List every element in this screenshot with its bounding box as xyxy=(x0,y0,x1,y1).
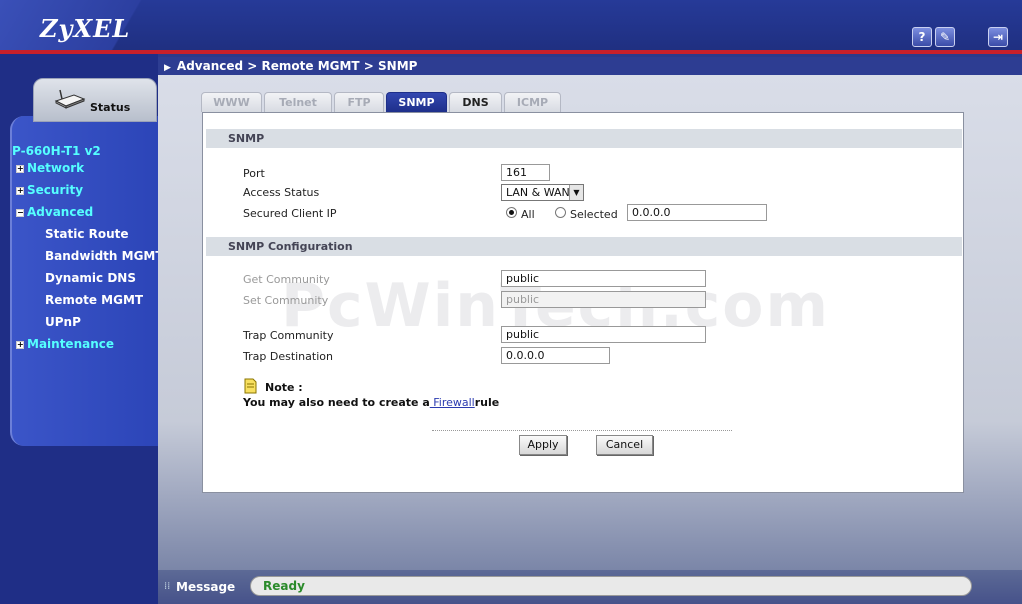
sidebar-item-label: Security xyxy=(27,183,84,197)
note-text-after: rule xyxy=(474,396,500,409)
set-community-label: Set Community xyxy=(243,294,329,307)
breadcrumb-text: Advanced > Remote MGMT > SNMP xyxy=(176,59,418,73)
snmp-config-section-header: SNMP Configuration xyxy=(206,237,962,256)
radio-selected[interactable] xyxy=(555,207,566,218)
expand-icon: + xyxy=(16,340,24,349)
tab-dns[interactable]: DNS xyxy=(449,92,502,112)
help-icon[interactable]: ? xyxy=(912,27,932,47)
status-tab[interactable]: Status xyxy=(33,78,157,122)
status-bar: ⁞⁞ Message Ready xyxy=(158,570,1022,604)
sidebar-subitem-upnp[interactable]: UPnP xyxy=(45,315,81,329)
sidebar-item-label: Network xyxy=(27,161,85,175)
wizard-icon[interactable]: ✎ xyxy=(935,27,955,47)
tab-icmp[interactable]: ICMP xyxy=(504,92,561,112)
tab-www[interactable]: WWW xyxy=(201,92,262,112)
radio-all[interactable] xyxy=(506,207,517,218)
access-status-label: Access Status xyxy=(243,186,320,199)
zyxel-logo: ZyXEL xyxy=(40,14,131,43)
grip-icon: ⁞⁞ xyxy=(164,581,171,592)
tab-snmp[interactable]: SNMP xyxy=(386,92,447,112)
snmp-section-header: SNMP xyxy=(206,129,962,148)
sidebar-subitem-remote-mgmt[interactable]: Remote MGMT xyxy=(45,293,143,307)
trap-community-input[interactable]: public xyxy=(501,326,706,343)
sidebar: Status P-660H-T1 v2 + Network + Security −… xyxy=(0,54,164,604)
status-tab-label: Status xyxy=(90,101,131,114)
logout-icon[interactable]: ⇥ xyxy=(988,27,1008,47)
access-status-select[interactable]: LAN & WAN ▼ xyxy=(501,184,584,201)
tab-telnet[interactable]: Telnet xyxy=(264,92,332,112)
expand-icon: + xyxy=(16,186,24,195)
message-label: Message xyxy=(176,580,236,594)
sidebar-item-network[interactable]: + Network xyxy=(16,161,84,175)
main-content: WWW Telnet FTP SNMP DNS ICMP SNMP Port 1… xyxy=(158,75,1022,570)
secured-client-ip-label: Secured Client IP xyxy=(243,207,337,220)
get-community-label: Get Community xyxy=(243,273,330,286)
trap-destination-input[interactable]: 0.0.0.0 xyxy=(501,347,610,364)
message-box: Ready xyxy=(250,576,972,596)
breadcrumb-arrow-icon: ▶ xyxy=(164,63,171,73)
get-community-input[interactable]: public xyxy=(501,270,706,287)
chevron-down-icon: ▼ xyxy=(569,185,583,200)
sidebar-item-security[interactable]: + Security xyxy=(16,183,83,197)
snmp-panel: SNMP Port 161 Access Status LAN & WAN ▼ … xyxy=(202,112,964,493)
divider xyxy=(432,430,732,431)
selected-ip-input[interactable]: 0.0.0.0 xyxy=(627,204,767,221)
header-bar: ZyXEL ? ✎ ⇥ xyxy=(0,0,1022,52)
expand-icon: + xyxy=(16,164,24,173)
sidebar-subitem-static-route[interactable]: Static Route xyxy=(45,227,129,241)
note-pencil-icon xyxy=(244,378,257,394)
note-title: Note : xyxy=(265,381,303,394)
collapse-icon: − xyxy=(16,208,24,217)
note-text: You may also need to create a Firewallru… xyxy=(243,396,499,409)
sidebar-subitem-bandwidth-mgmt[interactable]: Bandwidth MGMT xyxy=(45,249,164,263)
device-model: P-660H-T1 v2 xyxy=(12,144,101,158)
trap-community-label: Trap Community xyxy=(243,329,334,342)
trap-destination-label: Trap Destination xyxy=(243,350,333,363)
set-community-input[interactable]: public xyxy=(501,291,706,308)
port-label: Port xyxy=(243,167,265,180)
access-status-value: LAN & WAN xyxy=(506,186,570,199)
radio-all-label: All xyxy=(521,208,535,221)
apply-button[interactable]: Apply xyxy=(519,435,567,455)
router-icon xyxy=(54,89,86,109)
cancel-button[interactable]: Cancel xyxy=(596,435,653,455)
sidebar-item-maintenance[interactable]: + Maintenance xyxy=(16,337,114,351)
sidebar-subitem-dynamic-dns[interactable]: Dynamic DNS xyxy=(45,271,136,285)
port-input[interactable]: 161 xyxy=(501,164,550,181)
sidebar-item-label: Maintenance xyxy=(27,337,115,351)
sidebar-item-advanced[interactable]: − Advanced xyxy=(16,205,93,219)
note-text-before: You may also need to create a xyxy=(243,396,430,409)
firewall-link[interactable]: Firewall xyxy=(430,396,475,409)
breadcrumb: ▶ Advanced > Remote MGMT > SNMP xyxy=(158,57,1022,75)
radio-selected-label: Selected xyxy=(570,208,618,221)
tab-ftp[interactable]: FTP xyxy=(334,92,384,112)
sidebar-item-label: Advanced xyxy=(27,205,94,219)
